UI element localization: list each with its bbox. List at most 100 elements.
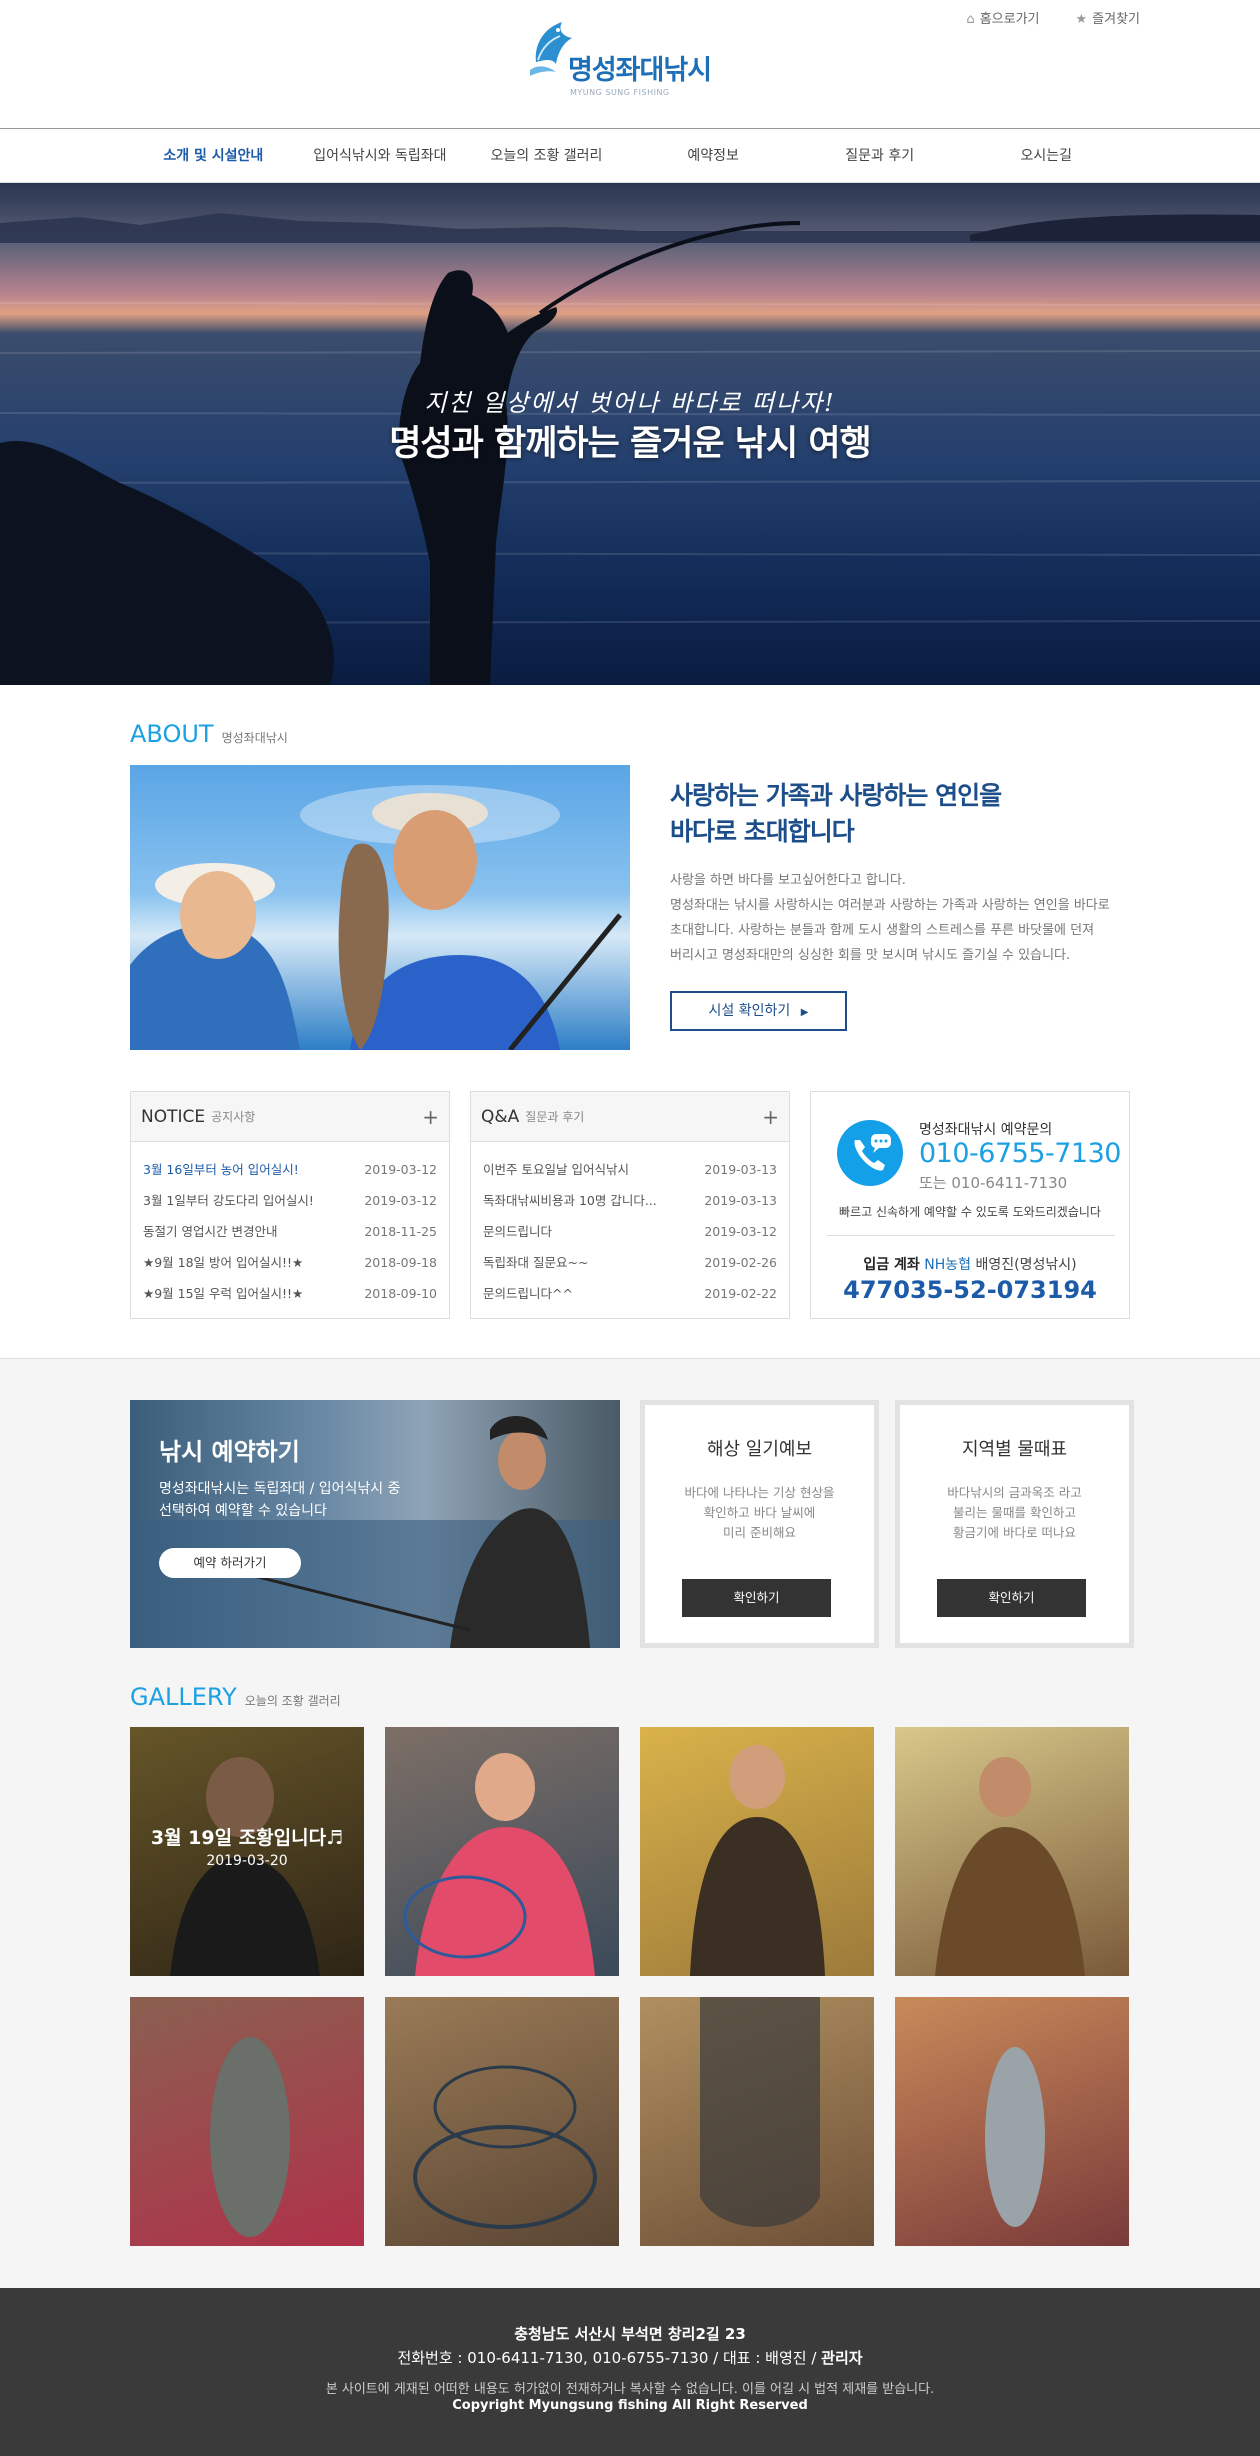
catch-photo	[210, 2037, 290, 2237]
about-body-line: 초대합니다. 사랑하는 분들과 함께 도시 생활의 스트레스를 푸른 바닷물에 …	[670, 923, 1095, 938]
catch-photo	[413, 2065, 597, 2229]
gallery-featured-date: 2019-03-20	[206, 1853, 288, 1869]
gallery-thumb[interactable]	[640, 1997, 874, 2246]
notice-board: NOTICE 공지사항 + 3월 16일부터 농어 입어실시! 2019-03-1…	[130, 1091, 450, 1319]
chat-phone-icon	[837, 1120, 903, 1186]
logo-subtitle: MYUNG SUNG FISHING	[570, 88, 670, 97]
about-headline-line1: 사랑하는 가족과 사랑하는 연인을	[670, 781, 1002, 810]
admin-link[interactable]: 관리자	[821, 2349, 862, 2367]
tide-desc: 바다낚시의 금과옥조 라고 불리는 물때를 확인하고 황금기에 바다로 떠나요	[947, 1485, 1082, 1540]
catch-photo	[700, 1997, 820, 2227]
list-item[interactable]: 문의드립니다 2019-03-12	[483, 1216, 777, 1247]
footer-phone: 전화번호 : 010-6411-7130, 010-6755-7130 / 대표…	[397, 2349, 863, 2367]
contact-phone-main[interactable]: 010-6755-7130	[919, 1138, 1121, 1169]
tide-check-button[interactable]: 확인하기	[937, 1579, 1086, 1617]
qna-title-ko: 질문과 후기	[525, 1110, 585, 1124]
top-links: ⌂ 홈으로가기 ★ 즐겨찾기	[966, 8, 1140, 27]
hero-banner: 지친 일상에서 벗어나 바다로 떠나자! 명성과 함께하는 즐거운 낚시 여행	[0, 183, 1260, 685]
nav-item-about[interactable]: 소개 및 시설안내	[130, 129, 297, 183]
weather-desc: 바다에 나타나는 기상 현상을 확인하고 바다 날씨에 미리 준비해요	[684, 1485, 835, 1540]
qna-header: Q&A 질문과 후기 +	[471, 1092, 789, 1142]
booking-desc: 명성좌대낚시는 독립좌대 / 입어식낚시 중 선택하여 예약할 수 있습니다	[159, 1481, 401, 1519]
hero-subtitle: 지친 일상에서 벗어나 바다로 떠나자!	[424, 389, 836, 417]
list-item[interactable]: 동절기 영업시간 변경안내 2018-11-25	[143, 1216, 437, 1247]
list-item[interactable]: 3월 16일부터 농어 입어실시! 2019-03-12	[143, 1154, 437, 1185]
about-description: 사랑을 하면 바다를 보고싶어한다고 합니다. 명성좌대는 낚시를 사랑하시는 …	[670, 868, 1120, 968]
main-nav: 소개 및 시설안내 입어식낚시와 독립좌대 오늘의 조황 갤러리 예약정보 질문…	[0, 128, 1260, 183]
plus-icon[interactable]: +	[762, 1105, 779, 1129]
contact-note: 빠르고 신속하게 예약할 수 있도록 도와드리겠습니다	[839, 1205, 1101, 1219]
star-icon: ★	[1075, 12, 1088, 27]
about-body-line: 버리시고 명성좌대만의 싱싱한 회를 맛 보시며 낚시도 즐기실 수 있습니다.	[670, 948, 1071, 963]
about-headline: 사랑하는 가족과 사랑하는 연인을 바다로 초대합니다	[670, 778, 1002, 850]
gallery-featured-title: 3월 19일 조황입니다♬	[150, 1827, 344, 1849]
about-title-en: ABOUT	[130, 720, 214, 748]
hero-title: 명성과 함께하는 즐거운 낚시 여행	[389, 424, 872, 464]
about-headline-line2: 바다로 초대합니다	[670, 817, 855, 846]
list-item[interactable]: 문의드립니다^^ 2019-02-22	[483, 1278, 777, 1309]
gallery-thumb[interactable]	[385, 1727, 619, 1976]
home-link[interactable]: ⌂ 홈으로가기	[966, 8, 1039, 27]
about-title-ko: 명성좌대낚시	[221, 731, 288, 745]
bookmark-link[interactable]: ★ 즐겨찾기	[1076, 8, 1141, 27]
catch-photo	[403, 1753, 595, 1976]
weather-title: 해상 일기예보	[706, 1439, 813, 1460]
tide-title: 지역별 물때표	[961, 1439, 1068, 1460]
contact-phone-alt: 또는 010-6411-7130	[919, 1174, 1068, 1192]
gallery-thumb[interactable]	[895, 1997, 1129, 2246]
gallery-section-title: GALLERY 오늘의 조황 갤러리	[130, 1683, 341, 1711]
nav-item-directions[interactable]: 오시는길	[963, 129, 1130, 183]
notice-title-ko: 공지사항	[211, 1110, 256, 1124]
notice-title-en: NOTICE	[141, 1106, 206, 1127]
home-icon: ⌂	[966, 12, 975, 27]
account-number: 477035-52-073194	[843, 1276, 1097, 1304]
site-footer: 충청남도 서산시 부석면 창리2길 23 전화번호 : 010-6411-713…	[0, 2288, 1260, 2456]
gallery-thumb[interactable]: 3월 19일 조황입니다♬ 2019-03-20	[130, 1727, 364, 1976]
gallery-thumb[interactable]	[385, 1997, 619, 2246]
logo-name: 명성좌대낚시	[568, 55, 712, 86]
divider	[827, 1235, 1115, 1236]
site-logo[interactable]: 명성좌대낚시 MYUNG SUNG FISHING	[524, 16, 714, 106]
list-item[interactable]: 독립좌대 질문요~~ 2019-02-26	[483, 1247, 777, 1278]
nav-item-fishing-type[interactable]: 입어식낚시와 독립좌대	[297, 129, 464, 183]
gallery-thumb[interactable]	[895, 1727, 1129, 1976]
footer-address: 충청남도 서산시 부석면 창리2길 23	[514, 2325, 746, 2343]
contact-label: 명성좌대낚시 예약문의	[919, 1122, 1053, 1138]
nav-item-qna[interactable]: 질문과 후기	[796, 129, 963, 183]
list-item[interactable]: 3월 1일부터 강도다리 입어실시! 2019-03-12	[143, 1185, 437, 1216]
footer-notice: 본 사이트에 게재된 어떠한 내용도 허가없이 전재하거나 복사할 수 없습니다…	[325, 2382, 935, 2397]
qna-title-en: Q&A	[481, 1106, 520, 1127]
about-photo	[130, 765, 630, 1050]
catch-photo	[985, 2047, 1045, 2227]
booking-banner: 낚시 예약하기 명성좌대낚시는 독립좌대 / 입어식낚시 중 선택하여 예약할 …	[130, 1400, 620, 1648]
list-item[interactable]: 이번주 토요일날 입어식낚시 2019-03-13	[483, 1154, 777, 1185]
nav-item-reservation[interactable]: 예약정보	[630, 129, 797, 183]
about-body-line: 사랑을 하면 바다를 보고싶어한다고 합니다.	[670, 873, 906, 888]
catch-photo	[935, 1757, 1085, 1976]
plus-icon[interactable]: +	[422, 1105, 439, 1129]
gallery-thumb[interactable]	[640, 1727, 874, 1976]
facility-check-label: 시설 확인하기	[708, 1003, 791, 1019]
reservation-contact: 명성좌대낚시 예약문의 010-6755-7130 또는 010-6411-71…	[810, 1091, 1130, 1319]
weather-check-button[interactable]: 확인하기	[682, 1579, 831, 1617]
reserve-button[interactable]: 예약 하러가기	[159, 1548, 301, 1578]
booking-title: 낚시 예약하기	[159, 1438, 300, 1466]
qna-board: Q&A 질문과 후기 + 이번주 토요일날 입어식낚시 2019-03-13 독좌…	[470, 1091, 790, 1319]
about-section-title: ABOUT 명성좌대낚시	[130, 720, 288, 748]
catch-photo	[690, 1745, 825, 1976]
facility-check-button[interactable]: 시설 확인하기 ▶	[670, 991, 847, 1031]
footer-copyright: Copyright Myungsung fishing All Right Re…	[452, 2398, 808, 2413]
gallery-title-ko: 오늘의 조황 갤러리	[244, 1694, 341, 1708]
caret-right-icon: ▶	[800, 1007, 809, 1018]
gallery-overlay	[130, 1727, 364, 1976]
weather-box: 해상 일기예보 바다에 나타나는 기상 현상을 확인하고 바다 날씨에 미리 준…	[640, 1400, 879, 1648]
account-info: 입금 계좌 NH농협 배영진(명성낚시)	[863, 1257, 1077, 1273]
tide-box: 지역별 물때표 바다낚시의 금과옥조 라고 불리는 물때를 확인하고 황금기에 …	[895, 1400, 1134, 1648]
list-item[interactable]: ★9월 18일 방어 입어실시!!★ 2018-09-18	[143, 1247, 437, 1278]
list-item[interactable]: 독좌대낚씨비용과 10명 갑니다... 2019-03-13	[483, 1185, 777, 1216]
about-body-line: 명성좌대는 낚시를 사랑하시는 여러분과 사랑하는 가족과 사랑하는 연인을 바…	[670, 898, 1110, 913]
nav-item-gallery[interactable]: 오늘의 조황 갤러리	[463, 129, 630, 183]
notice-header: NOTICE 공지사항 +	[131, 1092, 449, 1142]
list-item[interactable]: ★9월 15일 우럭 입어실시!!★ 2018-09-10	[143, 1278, 437, 1309]
gallery-thumb[interactable]	[130, 1997, 364, 2246]
